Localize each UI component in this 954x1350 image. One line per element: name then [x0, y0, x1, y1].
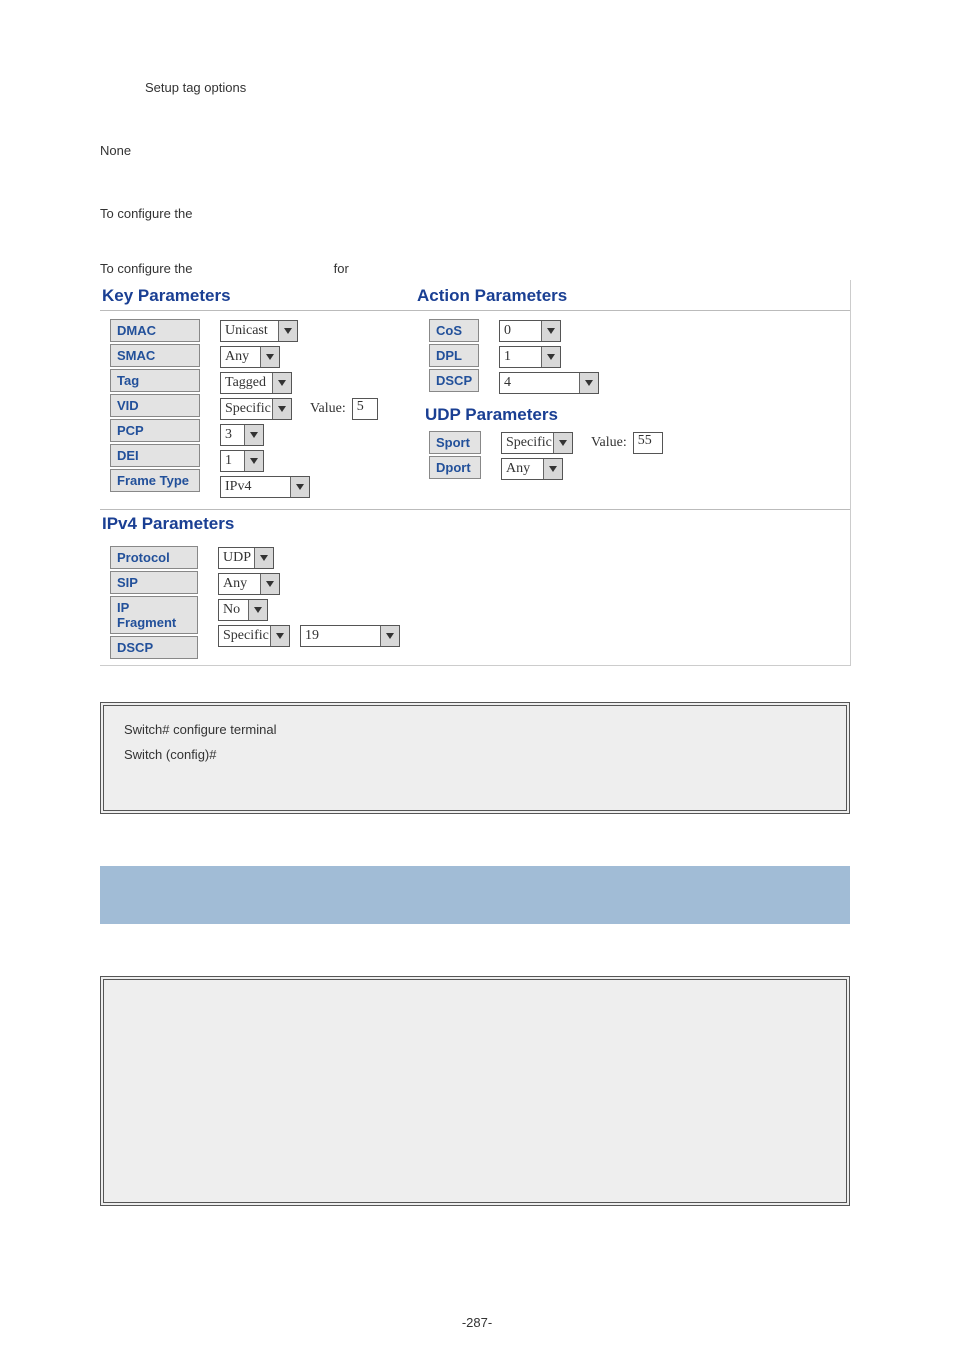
page-number: -287-	[0, 1315, 954, 1330]
chevron-down-icon	[272, 399, 291, 419]
to-configure-2b: for	[334, 261, 349, 276]
select-dport[interactable]: Any	[501, 458, 563, 480]
select-cos[interactable]: 0	[499, 320, 561, 342]
select-protocol[interactable]: UDP	[218, 547, 274, 569]
chevron-down-icon	[541, 347, 560, 367]
select-sport[interactable]: Specific	[501, 432, 573, 454]
select-protocol-value: UDP	[223, 550, 254, 566]
none-line: None	[100, 143, 854, 158]
select-tag-value: Tagged	[225, 375, 272, 391]
to-configure-2: To configure the for	[100, 261, 854, 276]
sport-value-label: Value:	[591, 435, 627, 451]
cli-code-box: Switch# configure terminal Switch (confi…	[100, 702, 850, 814]
chevron-down-icon	[290, 477, 309, 497]
select-tag[interactable]: Tagged	[220, 372, 292, 394]
section-bar	[100, 866, 850, 924]
key-parameters-header: Key Parameters	[100, 282, 415, 311]
to-configure-2a: To configure the	[100, 261, 330, 276]
vid-value-label: Value:	[310, 401, 346, 417]
chevron-down-icon	[260, 347, 279, 367]
label-ipfrag: IP Fragment	[110, 596, 198, 634]
select-dscp-ipv4[interactable]: Specific	[218, 625, 290, 647]
label-pcp: PCP	[110, 419, 200, 442]
label-dscp: DSCP	[429, 369, 479, 392]
udp-parameters-header: UDP Parameters	[415, 401, 850, 429]
label-sport: Sport	[429, 431, 481, 454]
select-pcp-value: 3	[225, 427, 244, 443]
label-smac: SMAC	[110, 344, 200, 367]
select-dpl[interactable]: 1	[499, 346, 561, 368]
label-protocol: Protocol	[110, 546, 198, 569]
ipv4-parameters-header: IPv4 Parameters	[100, 510, 850, 538]
select-dei-value: 1	[225, 453, 244, 469]
select-ipfragment[interactable]: No	[218, 599, 268, 621]
chevron-down-icon	[244, 451, 263, 471]
select-vid-value: Specific	[225, 401, 272, 417]
chevron-down-icon	[254, 548, 273, 568]
empty-code-box	[100, 976, 850, 1206]
chevron-down-icon	[541, 321, 560, 341]
select-ipfragment-value: No	[223, 602, 248, 618]
label-vid: VID	[110, 394, 200, 417]
select-sip-value: Any	[223, 576, 260, 592]
label-dport: Dport	[429, 456, 481, 479]
select-sip[interactable]: Any	[218, 573, 280, 595]
action-parameters-header: Action Parameters	[415, 282, 850, 311]
label-sip: SIP	[110, 571, 198, 594]
label-dscp-ipv4: DSCP	[110, 636, 198, 659]
chevron-down-icon	[272, 373, 291, 393]
select-vid[interactable]: Specific	[220, 398, 292, 420]
input-vid-value[interactable]: 5	[352, 398, 378, 420]
chevron-down-icon	[553, 433, 572, 453]
label-dmac: DMAC	[110, 319, 200, 342]
chevron-down-icon	[543, 459, 562, 479]
select-pcp[interactable]: 3	[220, 424, 264, 446]
select-dpl-value: 1	[504, 349, 541, 365]
cli-line-2: Switch (config)#	[124, 747, 826, 762]
config-panel: Key Parameters DMAC SMAC Tag VID PCP DEI…	[100, 280, 851, 666]
select-sport-value: Specific	[506, 435, 553, 451]
select-frame-type-value: IPv4	[225, 479, 290, 495]
chevron-down-icon	[380, 626, 399, 646]
chevron-down-icon	[244, 425, 263, 445]
label-tag: Tag	[110, 369, 200, 392]
to-configure-1: To configure the	[100, 206, 854, 221]
select-dscp-specific[interactable]: 19	[300, 625, 400, 647]
select-dei[interactable]: 1	[220, 450, 264, 472]
label-frame: Frame Type	[110, 469, 200, 492]
select-dscp-ipv4-value: Specific	[223, 628, 270, 644]
select-dmac-value: Unicast	[225, 323, 278, 339]
chevron-down-icon	[248, 600, 267, 620]
select-smac-value: Any	[225, 349, 260, 365]
setup-tag-line: Setup tag options	[145, 80, 854, 95]
select-cos-value: 0	[504, 323, 541, 339]
input-sport-value[interactable]: 55	[633, 432, 663, 454]
select-dscp-action[interactable]: 4	[499, 372, 599, 394]
select-dmac[interactable]: Unicast	[220, 320, 298, 342]
chevron-down-icon	[270, 626, 289, 646]
select-smac[interactable]: Any	[220, 346, 280, 368]
chevron-down-icon	[278, 321, 297, 341]
chevron-down-icon	[579, 373, 598, 393]
chevron-down-icon	[260, 574, 279, 594]
label-dpl: DPL	[429, 344, 479, 367]
select-dscp-action-value: 4	[504, 375, 579, 391]
label-cos: CoS	[429, 319, 479, 342]
select-frame-type[interactable]: IPv4	[220, 476, 310, 498]
label-dei: DEI	[110, 444, 200, 467]
cli-line-1: Switch# configure terminal	[124, 722, 826, 737]
select-dport-value: Any	[506, 461, 543, 477]
select-dscp-specific-value: 19	[305, 628, 380, 644]
